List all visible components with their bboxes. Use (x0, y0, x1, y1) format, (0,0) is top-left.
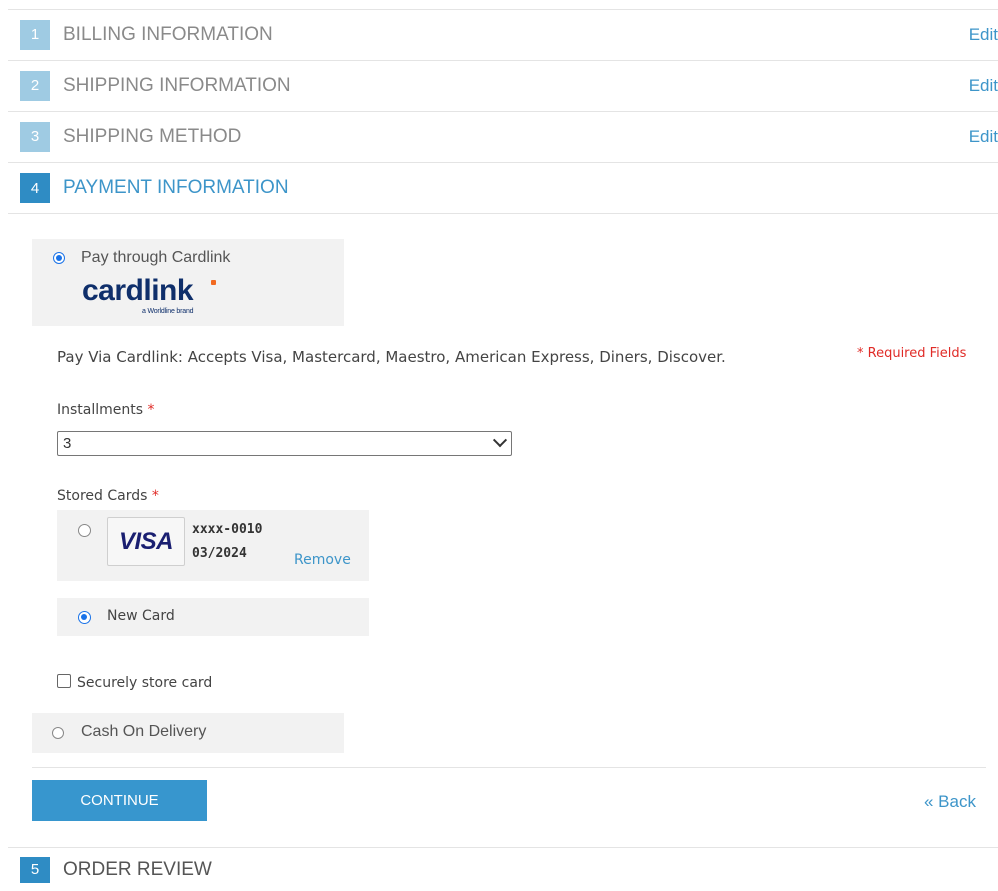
step-order-review: 5 ORDER REVIEW (8, 847, 998, 891)
cardlink-radio[interactable] (53, 252, 65, 264)
required-fields-note: * Required Fields (857, 346, 967, 361)
cod-radio[interactable] (52, 727, 64, 739)
edit-billing-link[interactable]: Edit (969, 25, 998, 45)
cod-label: Cash On Delivery (81, 723, 207, 740)
step-shipping-method: 3 SHIPPING METHOD Edit (8, 111, 998, 161)
store-card-checkbox[interactable] (57, 674, 71, 688)
step-number: 2 (20, 70, 50, 101)
step-title: BILLING INFORMATION (63, 23, 273, 45)
stored-cards-label-text: Stored Cards (57, 488, 148, 504)
actions-divider (32, 767, 986, 768)
installments-select[interactable]: 3 (57, 431, 512, 456)
new-card-label: New Card (107, 608, 175, 624)
step-title: SHIPPING INFORMATION (63, 74, 291, 96)
back-link[interactable]: « Back (924, 792, 976, 812)
visa-card-logo: VISA (107, 517, 185, 566)
required-mark: * (147, 402, 155, 418)
new-card-option[interactable] (57, 598, 369, 636)
chevron-down-icon (492, 433, 508, 448)
new-card-radio[interactable] (78, 611, 91, 624)
payment-description: Pay Via Cardlink: Accepts Visa, Masterca… (57, 348, 726, 366)
step-billing-information: 1 BILLING INFORMATION Edit (8, 9, 998, 59)
continue-button[interactable]: CONTINUE (32, 780, 207, 821)
stored-card-radio[interactable] (78, 524, 91, 537)
step-title: PAYMENT INFORMATION (63, 177, 289, 198)
store-card-label: Securely store card (77, 675, 213, 691)
step-number: 1 (20, 19, 50, 50)
required-mark: * (151, 488, 159, 504)
step-payment-information: 4 PAYMENT INFORMATION (8, 162, 998, 214)
remove-card-link[interactable]: Remove (294, 552, 351, 568)
cardlink-tagline: a Worldline brand (142, 308, 194, 315)
installments-label-text: Installments (57, 402, 144, 418)
visa-logo-text: VISA (118, 527, 174, 555)
installments-value: 3 (63, 435, 72, 452)
stored-cards-label: Stored Cards * (57, 488, 159, 504)
step-number: 5 (20, 856, 50, 883)
step-title: SHIPPING METHOD (63, 125, 242, 147)
cardlink-logo: cardlink a Worldline brand (82, 275, 222, 319)
step-number: 3 (20, 121, 50, 152)
cardlink-logo-text: cardlink (82, 274, 194, 307)
cardlink-dot (211, 280, 216, 285)
step-title: ORDER REVIEW (63, 858, 212, 880)
step-number: 4 (20, 173, 50, 203)
installments-label: Installments * (57, 402, 155, 418)
payment-method-cardlink[interactable]: Pay through Cardlink cardlink a Worldlin… (32, 239, 344, 326)
cardlink-label: Pay through Cardlink (81, 249, 231, 266)
payment-method-cod[interactable]: Cash On Delivery (32, 713, 344, 753)
stored-card-expiry: 03/2024 (192, 546, 247, 561)
step-shipping-information: 2 SHIPPING INFORMATION Edit (8, 60, 998, 110)
edit-shipping-link[interactable]: Edit (969, 76, 998, 96)
stored-card-number: xxxx-0010 (192, 522, 263, 537)
edit-shipping-method-link[interactable]: Edit (969, 127, 998, 147)
